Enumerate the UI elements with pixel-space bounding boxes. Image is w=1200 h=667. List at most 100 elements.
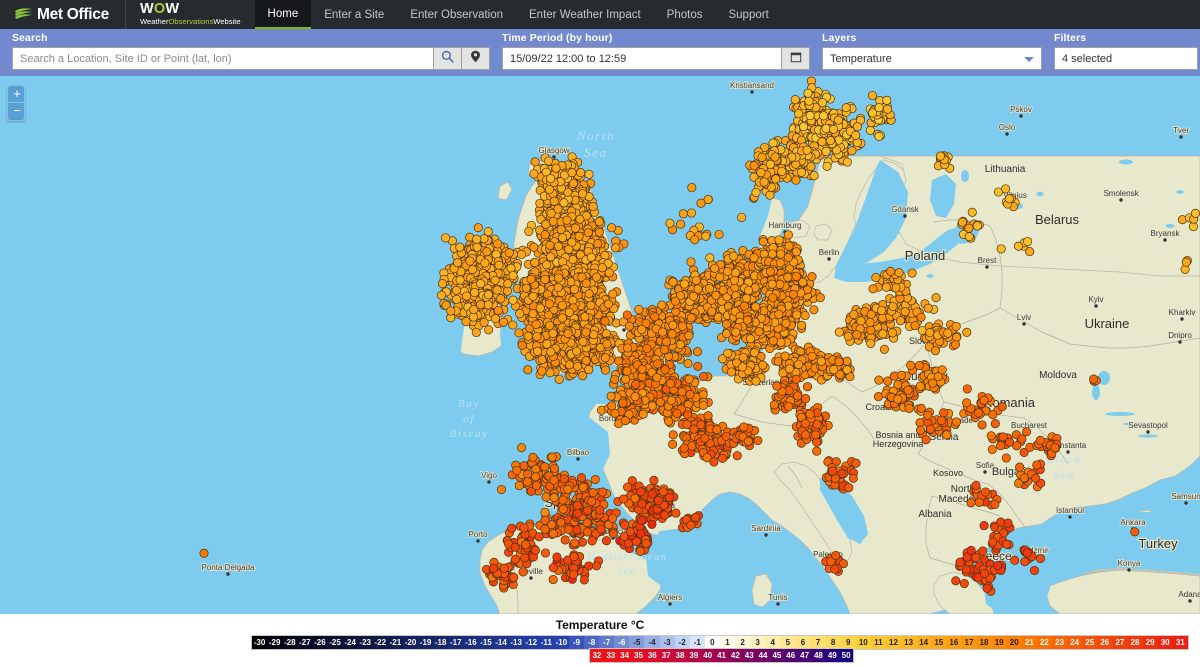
observation-marker[interactable] — [473, 235, 481, 243]
observation-marker[interactable] — [474, 224, 482, 232]
observation-marker[interactable] — [525, 227, 533, 235]
observation-marker[interactable] — [866, 126, 874, 134]
observation-marker[interactable] — [509, 296, 517, 304]
observation-marker[interactable] — [592, 273, 600, 281]
observation-marker[interactable] — [806, 111, 814, 119]
observation-marker[interactable] — [517, 250, 525, 258]
observation-marker[interactable] — [795, 110, 803, 118]
observation-marker[interactable] — [546, 174, 554, 182]
observation-marker[interactable] — [589, 202, 597, 210]
observation-marker[interactable] — [743, 316, 751, 324]
observation-marker[interactable] — [868, 109, 876, 117]
observation-marker[interactable] — [777, 250, 785, 258]
observation-marker[interactable] — [453, 258, 461, 266]
observation-marker[interactable] — [542, 261, 550, 269]
observation-marker[interactable] — [456, 276, 464, 284]
observation-marker[interactable] — [552, 164, 560, 172]
time-period-input[interactable] — [502, 47, 782, 70]
observation-marker[interactable] — [746, 335, 754, 343]
observation-marker[interactable] — [565, 308, 573, 316]
observation-marker[interactable] — [712, 291, 720, 299]
observation-marker[interactable] — [798, 321, 806, 329]
observation-marker[interactable] — [594, 240, 602, 248]
observation-marker[interactable] — [466, 257, 474, 265]
observation-marker[interactable] — [533, 332, 541, 340]
map-canvas[interactable]: NorthSeaBayofBiscayBlackSeaMediterranean… — [0, 76, 1200, 614]
observation-marker[interactable] — [585, 290, 593, 298]
observation-marker[interactable] — [590, 331, 598, 339]
nav-item-enter-observation[interactable]: Enter Observation — [397, 0, 516, 29]
observation-marker[interactable] — [722, 320, 730, 328]
observation-marker[interactable] — [529, 310, 537, 318]
observation-marker[interactable] — [481, 259, 489, 267]
observation-marker[interactable] — [808, 272, 816, 280]
observation-marker[interactable] — [558, 234, 566, 242]
observation-marker[interactable] — [497, 295, 505, 303]
observation-marker[interactable] — [452, 295, 460, 303]
observation-marker[interactable] — [822, 147, 830, 155]
observation-marker[interactable] — [565, 245, 573, 253]
observation-marker[interactable] — [883, 96, 891, 104]
observation-marker[interactable] — [494, 306, 502, 314]
observation-marker[interactable] — [777, 338, 785, 346]
observation-marker[interactable] — [799, 123, 807, 131]
observation-marker[interactable] — [546, 241, 554, 249]
observation-marker[interactable] — [549, 217, 557, 225]
observation-marker[interactable] — [587, 301, 595, 309]
observation-marker[interactable] — [792, 176, 800, 184]
observation-marker[interactable] — [527, 275, 535, 283]
observation-marker[interactable] — [531, 258, 539, 266]
observation-marker[interactable] — [752, 188, 760, 196]
observation-marker[interactable] — [569, 255, 577, 263]
calendar-picker-button[interactable] — [782, 47, 810, 70]
layers-select[interactable]: Temperature — [822, 47, 1042, 70]
observation-marker[interactable] — [470, 288, 478, 296]
observation-marker[interactable] — [462, 292, 470, 300]
observation-marker[interactable] — [531, 158, 539, 166]
observation-marker[interactable] — [447, 307, 455, 315]
observation-marker[interactable] — [480, 318, 488, 326]
observation-marker[interactable] — [766, 267, 774, 275]
observation-marker[interactable] — [549, 329, 557, 337]
observation-marker[interactable] — [584, 228, 592, 236]
observation-marker[interactable] — [778, 167, 786, 175]
observation-marker[interactable] — [759, 238, 767, 246]
observation-marker[interactable] — [570, 285, 578, 293]
observation-marker[interactable] — [769, 337, 777, 345]
observation-marker[interactable] — [530, 243, 538, 251]
observation-marker[interactable] — [564, 330, 572, 338]
observation-marker[interactable] — [716, 273, 724, 281]
observation-marker[interactable] — [595, 228, 603, 236]
observation-marker[interactable] — [524, 332, 532, 340]
observation-marker[interactable] — [784, 231, 792, 239]
observation-marker[interactable] — [819, 112, 827, 120]
observation-marker[interactable] — [546, 321, 554, 329]
observation-marker[interactable] — [437, 291, 445, 299]
observation-marker[interactable] — [843, 158, 851, 166]
observation-marker[interactable] — [568, 169, 576, 177]
observation-marker[interactable] — [571, 224, 579, 232]
observation-marker[interactable] — [582, 279, 590, 287]
nav-item-home[interactable]: Home — [255, 0, 312, 29]
observation-marker[interactable] — [810, 172, 818, 180]
observation-marker[interactable] — [494, 240, 502, 248]
observation-marker[interactable] — [524, 366, 532, 374]
observation-marker[interactable] — [536, 304, 544, 312]
observation-marker[interactable] — [784, 273, 792, 281]
observation-marker[interactable] — [609, 290, 617, 298]
observation-marker[interactable] — [708, 307, 716, 315]
observation-marker[interactable] — [569, 296, 577, 304]
observation-marker[interactable] — [776, 259, 784, 267]
observation-marker[interactable] — [771, 153, 779, 161]
observation-marker[interactable] — [468, 265, 476, 273]
observation-marker[interactable] — [547, 209, 555, 217]
observation-marker[interactable] — [601, 366, 609, 374]
met-office-logo[interactable]: Met Office — [14, 7, 109, 23]
observation-marker[interactable] — [565, 361, 573, 369]
observation-marker[interactable] — [818, 98, 826, 106]
observation-marker[interactable] — [518, 341, 526, 349]
observation-marker[interactable] — [680, 280, 688, 288]
observation-marker[interactable] — [585, 170, 593, 178]
observation-marker[interactable] — [587, 253, 595, 261]
observation-marker[interactable] — [582, 328, 590, 336]
